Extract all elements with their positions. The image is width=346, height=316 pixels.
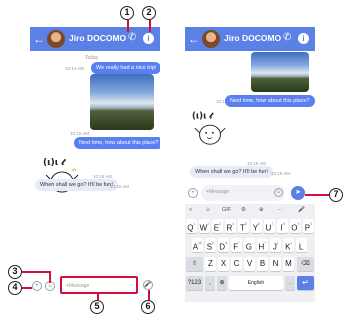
key-q[interactable]: Q1 [186, 219, 197, 233]
sent-photo[interactable] [251, 52, 309, 92]
callout-3-leader-drop [49, 271, 51, 283]
space-bar[interactable]: English [229, 276, 283, 290]
received-message-bubble[interactable]: When shall we go? It'll be fun! [190, 166, 273, 178]
key-n[interactable]: N [270, 257, 281, 271]
gif-button[interactable]: GIF [222, 207, 231, 213]
add-attachment-button[interactable]: + [188, 188, 198, 198]
message-input[interactable]: +Message [201, 185, 285, 201]
period-key[interactable]: . [285, 276, 295, 290]
sent-message-bubble[interactable]: Next time, how about this place? [225, 95, 315, 107]
svg-text:(ι)ι 𝓉: (ι)ι 𝓉 [43, 158, 66, 168]
globe-icon[interactable]: ⊕ [217, 276, 227, 290]
keyboard-toolbar: < ☺ GIF ⚙ ⊕ ··· 🎤 [185, 204, 315, 217]
back-arrow-icon[interactable]: ← [33, 31, 45, 47]
sent-message-bubble[interactable]: We really had a nice trip! [91, 62, 160, 74]
key-l[interactable]: L' [296, 238, 307, 252]
svg-text:(ι)ι 𝓉: (ι)ι 𝓉 [192, 112, 214, 122]
key-u[interactable]: U7 [264, 219, 275, 233]
callout-2: 2 [142, 6, 156, 20]
sent-message-bubble[interactable]: Next time, how about this place? [74, 137, 160, 149]
microphone-icon[interactable]: 🎤 [298, 207, 305, 213]
key-e[interactable]: E3 [212, 219, 223, 233]
key-r[interactable]: R4 [225, 219, 236, 233]
info-icon[interactable]: i [143, 33, 154, 44]
key-d[interactable]: D& [218, 238, 229, 252]
send-button[interactable]: ➤ [291, 186, 305, 200]
phone-call-icon[interactable]: ✆ [283, 32, 291, 44]
key-x[interactable]: X [218, 257, 229, 271]
shift-key[interactable]: ⇧ [186, 257, 203, 271]
key-y[interactable]: Y6 [251, 219, 262, 233]
date-divider: Today [85, 55, 99, 61]
key-p[interactable]: P0 [303, 219, 314, 233]
info-icon[interactable]: i [298, 33, 309, 44]
symbols-key[interactable]: ?123 [186, 276, 203, 290]
received-message-bubble[interactable]: When shall we go? It'll be fun! [35, 179, 118, 191]
settings-icon[interactable]: ⚙ [241, 207, 246, 213]
callout-6: 6 [141, 300, 155, 314]
callout-5: 5 [90, 300, 104, 314]
sticker-image[interactable]: (ι)ι 𝓉 [191, 109, 229, 149]
collapse-toolbar-icon[interactable]: < [189, 207, 192, 213]
callout-3: 3 [8, 265, 22, 279]
key-o[interactable]: O9 [290, 219, 301, 233]
key-z[interactable]: Z [205, 257, 216, 271]
key-m[interactable]: M [283, 257, 294, 271]
key-c[interactable]: C [231, 257, 242, 271]
app-bar: ← Jiro DOCOMO ✆ i [30, 27, 160, 51]
avatar[interactable] [202, 30, 220, 48]
key-h[interactable]: H+ [257, 238, 268, 252]
message-time: 10:14 AM [65, 66, 85, 71]
callout-7: 7 [329, 188, 343, 202]
conversation-screen-keyboard: ← Jiro DOCOMO ✆ i 10:15 AM Next time, ho… [185, 27, 315, 302]
callout-7-leader [305, 194, 329, 196]
callout-4-leader [22, 287, 32, 289]
key-g[interactable]: G- [244, 238, 255, 252]
backspace-key[interactable]: ⌫ [297, 257, 314, 271]
key-j[interactable]: J( [270, 238, 281, 252]
key-w[interactable]: W2 [199, 219, 210, 233]
key-b[interactable]: B [257, 257, 268, 271]
key-s[interactable]: S# [205, 238, 216, 252]
comma-key[interactable]: , [205, 276, 215, 290]
callout-4: 4 [8, 281, 22, 295]
message-time: 10:16 AM [110, 184, 130, 189]
conversation-screen: ← Jiro DOCOMO ✆ i Today 10:14 AM We real… [30, 27, 160, 302]
key-k[interactable]: K) [283, 238, 294, 252]
more-options-icon[interactable]: ··· [277, 207, 283, 213]
message-input[interactable]: +Message [60, 276, 138, 294]
callout-5-leader [97, 294, 99, 300]
callout-3-leader [22, 271, 50, 273]
callout-2-leader [149, 20, 151, 32]
avatar[interactable] [47, 30, 65, 48]
key-t[interactable]: T5 [238, 219, 249, 233]
callout-1: 1 [120, 6, 134, 20]
key-f[interactable]: F* [231, 238, 242, 252]
callout-1-leader [127, 20, 129, 32]
phone-call-icon[interactable]: ✆ [128, 32, 136, 44]
voice-message-button[interactable]: 🎤 [143, 280, 153, 290]
emoji-keyboard-icon[interactable]: ☺ [205, 207, 211, 213]
app-bar: ← Jiro DOCOMO ✆ i [185, 27, 315, 51]
callout-6-leader [148, 290, 150, 300]
message-time: 10:16 AM [271, 171, 291, 176]
on-screen-keyboard: < ☺ GIF ⚙ ⊕ ··· 🎤 Q1 W2 E3 R4 T5 Y6 U7 I… [185, 204, 315, 302]
key-v[interactable]: V [244, 257, 255, 271]
contact-name[interactable]: Jiro DOCOMO [224, 33, 281, 43]
contact-name[interactable]: Jiro DOCOMO [69, 33, 126, 43]
sent-photo[interactable] [90, 74, 154, 130]
key-i[interactable]: I8 [277, 219, 288, 233]
key-a[interactable]: A@ [192, 238, 203, 252]
enter-key[interactable]: ↵ [297, 276, 314, 290]
back-arrow-icon[interactable]: ← [188, 31, 200, 47]
emoji-button[interactable]: ☺ [274, 188, 283, 197]
message-time: 10:15 AM [70, 131, 90, 136]
language-icon[interactable]: ⊕ [259, 207, 264, 213]
add-attachment-button[interactable]: + [32, 281, 42, 291]
